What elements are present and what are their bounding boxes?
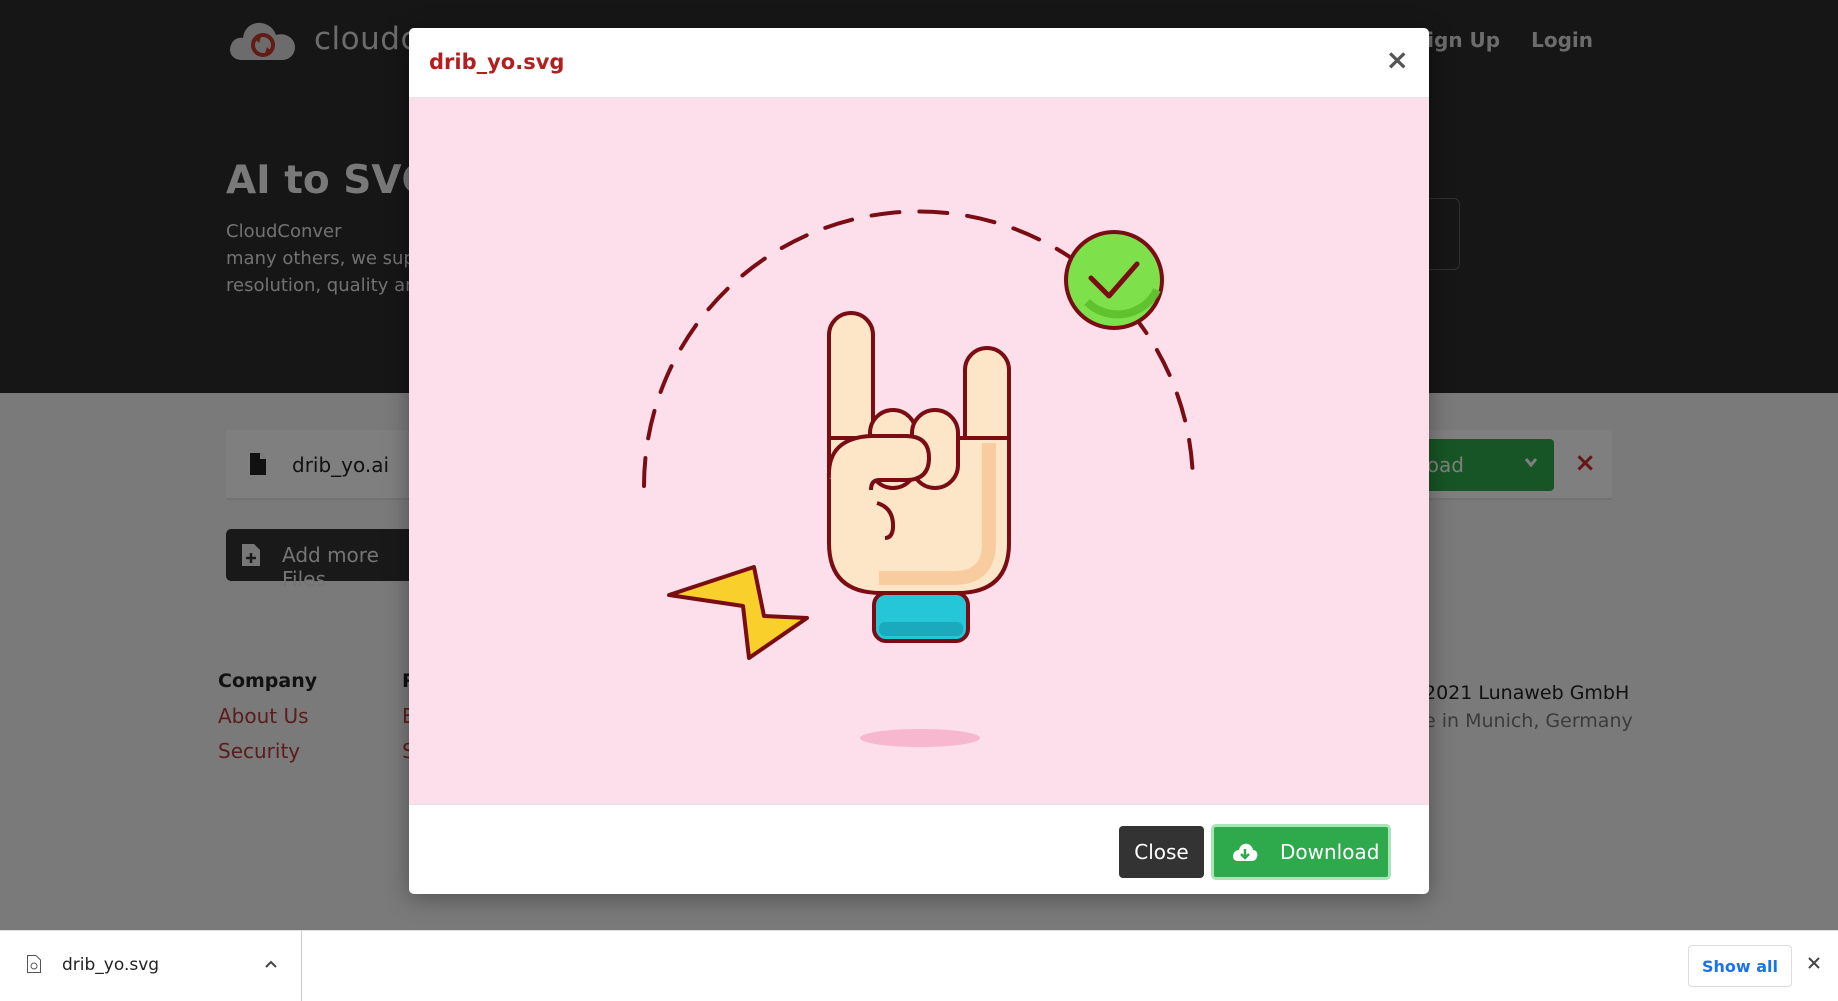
svg-file-icon xyxy=(27,955,41,973)
browser-download-shelf: drib_yo.svg Show all xyxy=(0,930,1838,1001)
hand-shadow xyxy=(860,729,980,747)
close-icon[interactable] xyxy=(1806,955,1822,971)
svg-preview-illustration xyxy=(642,209,1195,747)
downloaded-file-item[interactable]: drib_yo.svg xyxy=(0,931,302,1001)
show-all-button[interactable]: Show all xyxy=(1688,945,1792,987)
modal-footer: Close Download xyxy=(409,804,1429,894)
cloud-download-icon xyxy=(1233,843,1258,861)
chevron-up-icon[interactable] xyxy=(264,959,278,969)
downloaded-file-name: drib_yo.svg xyxy=(62,955,160,975)
modal-title: drib_yo.svg xyxy=(429,50,565,74)
close-icon[interactable]: × xyxy=(1386,46,1409,74)
preview-modal: drib_yo.svg × Close Download xyxy=(409,28,1429,894)
svg-preview-area xyxy=(409,98,1429,804)
rock-hand xyxy=(826,311,1011,595)
close-button[interactable]: Close xyxy=(1119,826,1204,878)
lightning-bolt-left xyxy=(667,565,809,660)
download-button-label: Download xyxy=(1280,840,1380,864)
download-button[interactable]: Download xyxy=(1211,824,1391,880)
modal-header: drib_yo.svg × xyxy=(409,28,1429,98)
